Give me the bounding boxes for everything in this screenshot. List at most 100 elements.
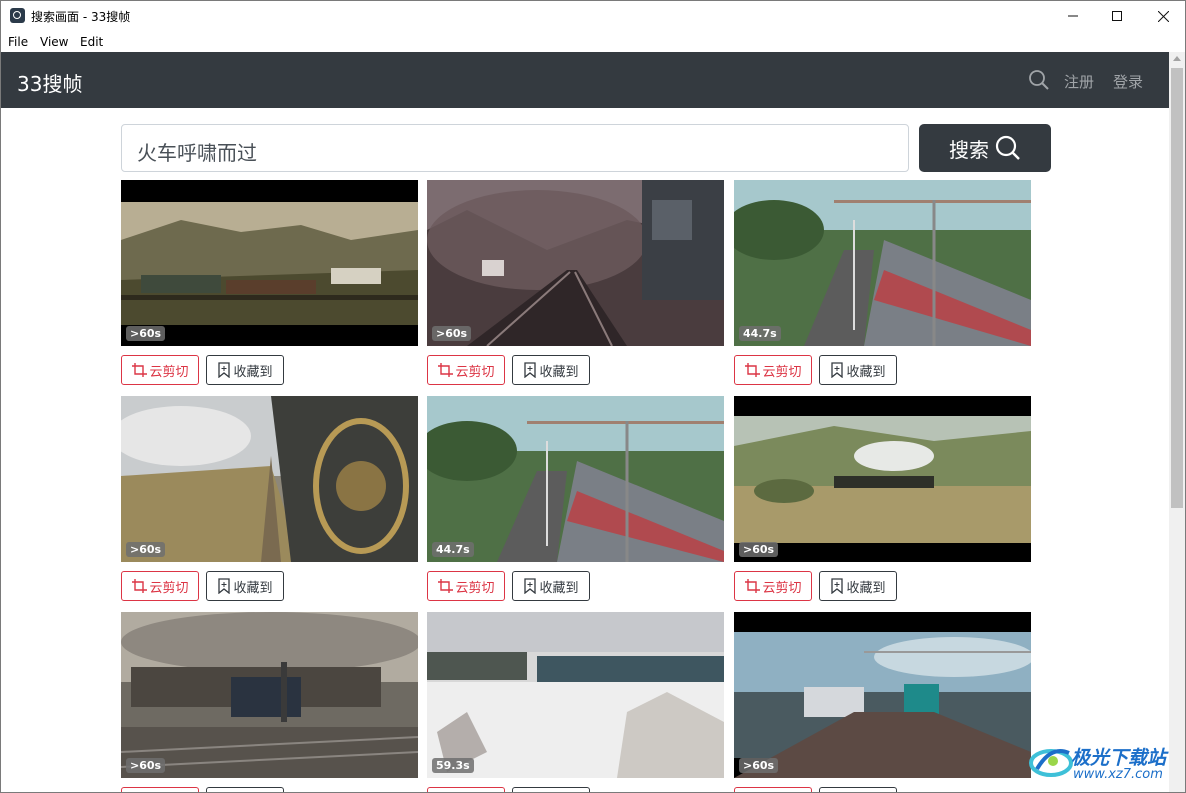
collect-button[interactable] [512, 787, 590, 792]
video-thumbnail[interactable]: >60s [734, 612, 1031, 778]
bookmark-plus-icon [524, 578, 537, 594]
collect-label: 收藏到 [539, 580, 579, 596]
duration-badge: 59.3s [432, 758, 474, 773]
bookmark-plus-icon [218, 578, 231, 594]
minimize-icon [1068, 15, 1078, 17]
result-card: 59.3s [427, 612, 724, 792]
search-button[interactable]: 搜索 [919, 124, 1051, 172]
cloud-cut-label: 云剪切 [455, 364, 495, 380]
video-thumbnail[interactable]: >60s [121, 612, 418, 778]
menu-file[interactable]: File [8, 35, 28, 49]
result-card: >60s [121, 612, 418, 792]
duration-badge: >60s [126, 542, 166, 557]
cloud-cut-label: 云剪切 [455, 580, 495, 596]
duration-badge: 44.7s [739, 326, 781, 341]
collect-label: 收藏到 [539, 364, 579, 380]
close-icon [1157, 10, 1169, 22]
main-content: 火车呼啸而过 搜索 >60s 云剪切 收藏到 >60s 云剪切 收藏到 44.7… [1, 108, 1169, 792]
app-icon [10, 8, 25, 23]
search-button-label: 搜索 [949, 137, 989, 162]
search-icon [995, 135, 1020, 160]
collect-button[interactable] [206, 787, 284, 792]
top-navbar: 33搜帧 注册 登录 [1, 52, 1169, 108]
cloud-cut-label: 云剪切 [149, 580, 189, 596]
crop-icon [132, 579, 148, 593]
cloud-cut-button[interactable]: 云剪切 [427, 355, 505, 385]
duration-badge: 44.7s [432, 542, 474, 557]
video-thumbnail[interactable]: 59.3s [427, 612, 724, 778]
minimize-button[interactable] [1050, 1, 1096, 31]
duration-badge: >60s [739, 758, 779, 773]
watermark: 极光下载站 www.xz7.com [1029, 735, 1185, 791]
collect-label: 收藏到 [846, 580, 886, 596]
brand-logo[interactable]: 33搜帧 [17, 68, 82, 97]
cloud-cut-button[interactable] [121, 787, 199, 792]
cloud-cut-button[interactable] [734, 787, 812, 792]
crop-icon [132, 363, 148, 377]
collect-button[interactable]: 收藏到 [206, 571, 284, 601]
collect-button[interactable]: 收藏到 [512, 571, 590, 601]
crop-icon [438, 363, 454, 377]
cloud-cut-label: 云剪切 [762, 580, 802, 596]
result-card: >60s 云剪切 收藏到 [734, 396, 1031, 604]
duration-badge: >60s [432, 326, 472, 341]
cloud-cut-button[interactable]: 云剪切 [427, 571, 505, 601]
result-card: >60s [734, 612, 1031, 792]
cloud-cut-button[interactable]: 云剪切 [734, 355, 812, 385]
cloud-cut-label: 云剪切 [149, 364, 189, 380]
result-card: >60s 云剪切 收藏到 [121, 396, 418, 604]
crop-icon [745, 363, 761, 377]
video-thumbnail[interactable]: >60s [734, 396, 1031, 562]
cloud-cut-button[interactable]: 云剪切 [734, 571, 812, 601]
bookmark-plus-icon [524, 362, 537, 378]
cloud-cut-button[interactable] [427, 787, 505, 792]
video-thumbnail[interactable]: >60s [427, 180, 724, 346]
result-card: 44.7s 云剪切 收藏到 [734, 180, 1031, 388]
collect-label: 收藏到 [233, 364, 273, 380]
cloud-cut-button[interactable]: 云剪切 [121, 571, 199, 601]
result-card: 44.7s 云剪切 收藏到 [427, 396, 724, 604]
collect-button[interactable]: 收藏到 [819, 571, 897, 601]
menu-view[interactable]: View [40, 35, 68, 49]
title-bar: 搜索画面 - 33搜帧 [1, 1, 1185, 31]
cloud-cut-label: 云剪切 [762, 364, 802, 380]
crop-icon [745, 579, 761, 593]
collect-button[interactable] [819, 787, 897, 792]
duration-badge: >60s [126, 326, 166, 341]
bookmark-plus-icon [831, 578, 844, 594]
close-button[interactable] [1140, 1, 1185, 31]
collect-label: 收藏到 [233, 580, 273, 596]
search-icon[interactable] [1028, 69, 1050, 91]
watermark-url: www.xz7.com [1073, 767, 1163, 782]
maximize-icon [1112, 11, 1122, 21]
app-window: 搜索画面 - 33搜帧 File View Edit 33搜帧 注册 登录 火车… [0, 0, 1186, 793]
bookmark-plus-icon [831, 362, 844, 378]
scrollbar-thumb[interactable] [1171, 68, 1183, 508]
result-card: >60s 云剪切 收藏到 [427, 180, 724, 388]
menu-bar: File View Edit [1, 31, 1185, 52]
bookmark-plus-icon [218, 362, 231, 378]
duration-badge: >60s [739, 542, 779, 557]
video-thumbnail[interactable]: >60s [121, 396, 418, 562]
collect-button[interactable]: 收藏到 [206, 355, 284, 385]
collect-button[interactable]: 收藏到 [819, 355, 897, 385]
watermark-name: 极光下载站 [1071, 747, 1167, 769]
vertical-scrollbar[interactable] [1169, 52, 1185, 792]
maximize-button[interactable] [1094, 1, 1140, 31]
result-card: >60s 云剪切 收藏到 [121, 180, 418, 388]
login-link[interactable]: 登录 [1113, 71, 1143, 92]
watermark-logo-icon [1029, 749, 1073, 777]
duration-badge: >60s [126, 758, 166, 773]
menu-edit[interactable]: Edit [80, 35, 103, 49]
video-thumbnail[interactable]: 44.7s [427, 396, 724, 562]
video-thumbnail[interactable]: >60s [121, 180, 418, 346]
video-thumbnail[interactable]: 44.7s [734, 180, 1031, 346]
register-link[interactable]: 注册 [1064, 71, 1094, 92]
cloud-cut-button[interactable]: 云剪切 [121, 355, 199, 385]
crop-icon [438, 579, 454, 593]
scroll-up-arrow-icon[interactable] [1173, 56, 1181, 61]
collect-button[interactable]: 收藏到 [512, 355, 590, 385]
collect-label: 收藏到 [846, 364, 886, 380]
window-title: 搜索画面 - 33搜帧 [31, 10, 131, 24]
search-input[interactable]: 火车呼啸而过 [121, 124, 909, 172]
